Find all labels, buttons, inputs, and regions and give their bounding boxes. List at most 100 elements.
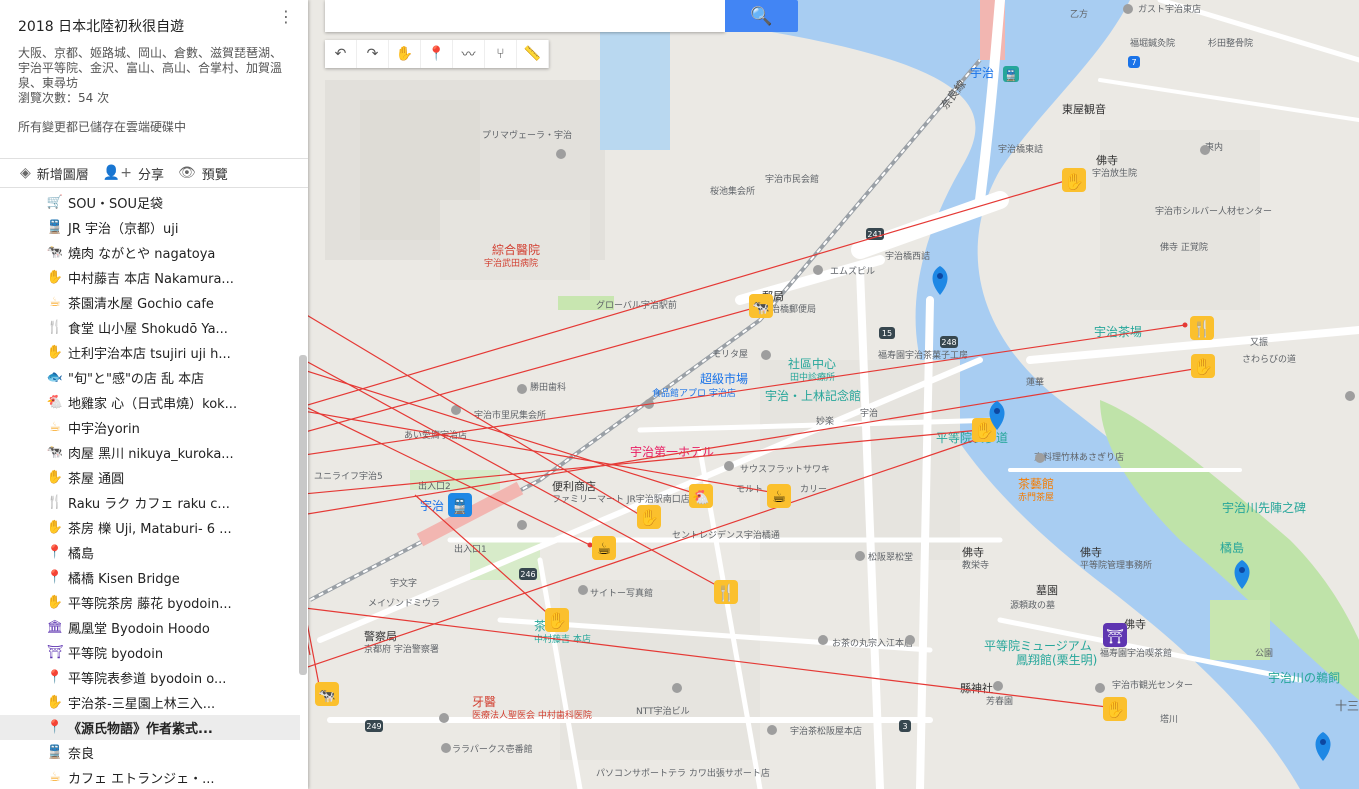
- svg-text:✋: ✋: [1193, 357, 1213, 376]
- svg-text:🐄: 🐄: [752, 300, 769, 316]
- list-item[interactable]: 🐄 燒肉 ながとや nagatoya: [0, 240, 300, 265]
- map-marker-hand-icon[interactable]: ✋: [637, 505, 661, 529]
- map-marker-cow-icon[interactable]: 🐄: [315, 682, 339, 706]
- svg-text:🐔: 🐔: [692, 489, 709, 506]
- list-item[interactable]: 📍 橘島: [0, 540, 300, 565]
- preview-button[interactable]: 👁 預覽: [178, 164, 228, 183]
- list-item[interactable]: ✋ 宇治茶-三星園上林三入...: [0, 690, 300, 715]
- saved-status: 所有變更都已儲存在雲端硬碟中: [18, 120, 187, 134]
- map-label: 宇治橋西詰: [885, 250, 930, 262]
- map-marker-cow-icon[interactable]: 🐄: [749, 294, 773, 318]
- map-marker-hand-icon[interactable]: ✋: [1191, 354, 1215, 378]
- map-label: 勝田歯科: [530, 381, 566, 393]
- list-item-label: 辻利宇治本店 tsujiri uji h...: [68, 347, 231, 362]
- map-label: 桜池集会所: [710, 185, 755, 197]
- map-marker-hand-icon[interactable]: ✋: [545, 608, 569, 632]
- map-label: 杉田整骨院: [1208, 37, 1253, 49]
- add-layer-button[interactable]: ◈ 新增圖層: [20, 164, 89, 183]
- map-label: カリー: [800, 484, 827, 495]
- list-item-label: 中宇治yorin: [68, 422, 140, 437]
- list-item[interactable]: ✋ 辻利宇治本店 tsujiri uji h...: [0, 340, 300, 365]
- list-item[interactable]: 🐔 地雞家 心（日式串燒）kok...: [0, 390, 300, 415]
- more-options-icon[interactable]: ⋮: [278, 9, 294, 25]
- search-input[interactable]: [325, 0, 725, 32]
- map-label: 佛寺: [1124, 618, 1146, 631]
- road-shield: 248: [941, 338, 956, 347]
- place-list: 🛒 SOU・SOU足袋 🚆 JR 宇治（京都）uji 🐄 燒肉 ながとや nagatoya…: [0, 190, 300, 789]
- share-label: 分享: [137, 167, 164, 183]
- add-marker-icon[interactable]: 📍: [421, 40, 453, 68]
- svg-text:🐄: 🐄: [318, 688, 335, 704]
- map-label: セントレジデンス宇治橘通: [672, 529, 780, 541]
- list-item[interactable]: 🚆 奈良: [0, 740, 300, 765]
- list-item-label: 宇治茶-三星園上林三入...: [68, 697, 216, 712]
- map-label: 佛寺 正覚院: [1160, 241, 1208, 253]
- undo-icon[interactable]: ↶: [325, 40, 357, 68]
- list-item-label: SOU・SOU足袋: [68, 197, 163, 212]
- list-item[interactable]: ✋ 茶房 櫟 Uji, Mataburi- 6 ...: [0, 515, 300, 540]
- map-label: 平等院管理事務所: [1080, 559, 1152, 571]
- map-label: 宇治武田病院: [484, 257, 538, 269]
- pin-icon: 📍: [46, 720, 64, 735]
- map-label: 宇治市観光センター: [1112, 679, 1193, 691]
- map-marker-chicken-icon[interactable]: 🐔: [689, 484, 713, 508]
- map-marker-restaurant-icon[interactable]: 🍴: [1190, 316, 1214, 340]
- list-item[interactable]: ☕ カフェ エトランジェ・...: [0, 765, 300, 789]
- hand-icon: ✋: [46, 595, 64, 610]
- map-label: 妙楽: [816, 415, 834, 427]
- eye-icon: 👁: [177, 165, 196, 181]
- map-marker-train-icon[interactable]: 🚆: [1003, 66, 1019, 82]
- list-item[interactable]: 📍 平等院表参道 byodoin o...: [0, 665, 300, 690]
- map-marker-temple-icon[interactable]: ⛩: [1103, 623, 1127, 647]
- list-item[interactable]: 🐄 肉屋 黑川 nikuya_kuroka...: [0, 440, 300, 465]
- map-label: 佛寺: [1080, 546, 1102, 559]
- pin-icon: 📍: [46, 545, 64, 560]
- map-marker-cafe-icon[interactable]: ☕: [592, 536, 616, 560]
- hand-icon: ✋: [46, 345, 64, 360]
- list-item[interactable]: ⛩ 平等院 byodoin: [0, 640, 300, 665]
- map-label: エムズピル: [830, 265, 875, 277]
- map-marker-cafe-icon[interactable]: ☕: [767, 484, 791, 508]
- list-item[interactable]: 📍 橘橋 Kisen Bridge: [0, 565, 300, 590]
- list-item[interactable]: ☕ 茶園清水屋 Gochio cafe: [0, 290, 300, 315]
- draw-line-icon[interactable]: 〰: [453, 40, 485, 68]
- map-title[interactable]: 2018 日本北陸初秋很自遊: [18, 16, 290, 36]
- add-person-icon: 👤+: [102, 165, 132, 181]
- map-label: 宇治茶場: [1094, 324, 1142, 339]
- list-item-label: 鳳凰堂 Byodoin Hoodo: [68, 622, 210, 637]
- panel-scrollbar[interactable]: [299, 355, 307, 675]
- map-marker-hand-icon[interactable]: ✋: [1062, 168, 1086, 192]
- hand-pan-icon[interactable]: ✋: [389, 40, 421, 68]
- map-label: 赤門茶屋: [1018, 491, 1054, 503]
- list-item[interactable]: 🏛 鳳凰堂 Byodoin Hoodo: [0, 615, 300, 640]
- svg-text:✋: ✋: [639, 508, 659, 527]
- hand-icon: ✋: [46, 520, 64, 535]
- list-item[interactable]: 🛒 SOU・SOU足袋: [0, 190, 300, 215]
- list-item[interactable]: 🐟 "旬"と"感"の店 乱 本店: [0, 365, 300, 390]
- svg-text:✋: ✋: [1105, 700, 1125, 719]
- list-item[interactable]: 🚆 JR 宇治（京都）uji: [0, 215, 300, 240]
- map-label: さわらびの道: [1242, 353, 1296, 365]
- ruler-icon[interactable]: 📏: [517, 40, 549, 68]
- list-item[interactable]: ✋ 中村藤吉 本店 Nakamura...: [0, 265, 300, 290]
- list-item[interactable]: 🍴 食堂 山小屋 Shokudō Ya...: [0, 315, 300, 340]
- list-item-label: 中村藤吉 本店 Nakamura...: [68, 272, 234, 287]
- list-item[interactable]: ☕ 中宇治yorin: [0, 415, 300, 440]
- search-button[interactable]: 🔍: [725, 0, 798, 32]
- list-item[interactable]: ✋ 平等院茶房 藤花 byodoin...: [0, 590, 300, 615]
- map-marker-restaurant-icon[interactable]: 🍴: [714, 580, 738, 604]
- directions-icon[interactable]: ⑂: [485, 40, 517, 68]
- redo-icon[interactable]: ↷: [357, 40, 389, 68]
- list-item-label: 平等院 byodoin: [68, 647, 164, 662]
- share-button[interactable]: 👤+ 分享: [103, 164, 164, 183]
- map-label: 十三: [1335, 699, 1359, 713]
- list-item[interactable]: ✋ 茶屋 通圓: [0, 465, 300, 490]
- road-shield: 249: [366, 722, 381, 731]
- map-marker-train-icon[interactable]: 🚆: [448, 493, 472, 517]
- map-marker-hand-icon[interactable]: ✋: [1103, 697, 1127, 721]
- list-item[interactable]: 📍 《源氏物語》作者紫式...: [0, 715, 300, 740]
- panel-toolbar: ◈ 新增圖層 👤+ 分享 👁 預覽: [0, 159, 308, 188]
- list-item[interactable]: 🍴 Raku ラク カフェ raku c...: [0, 490, 300, 515]
- fish-icon: 🐟: [46, 370, 64, 385]
- road-shield: 15: [882, 329, 892, 338]
